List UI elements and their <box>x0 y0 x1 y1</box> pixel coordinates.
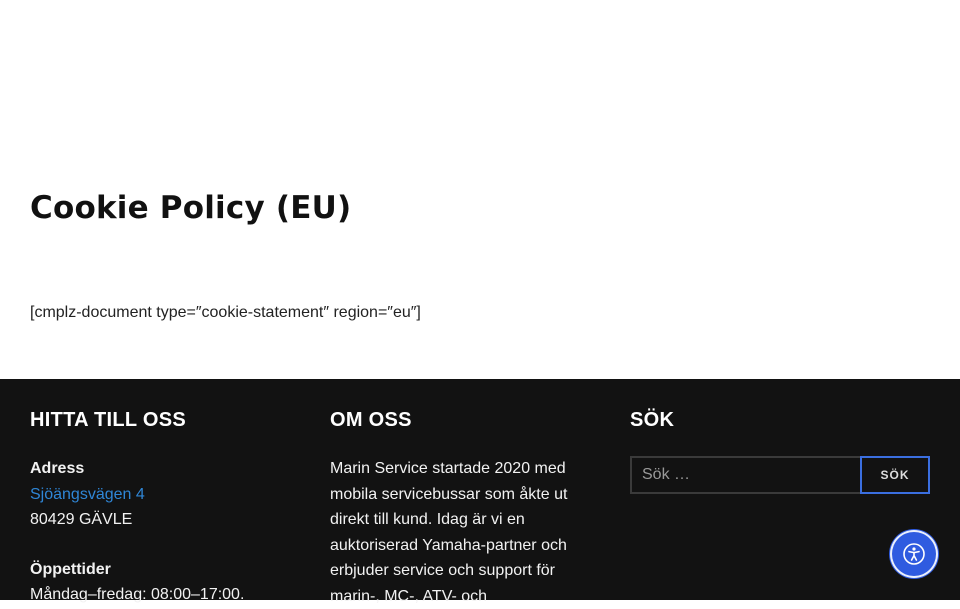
about-text: Marin Service startade 2020 med mobila s… <box>330 460 568 605</box>
address-street-link[interactable]: Sjöängsvägen 4 <box>30 486 145 503</box>
address-label: Adress <box>30 460 85 477</box>
footer-about: OM OSS Marin Service startade 2020 med m… <box>330 409 600 609</box>
search-input[interactable] <box>630 456 860 494</box>
cookie-statement-shortcode: [cmplz-document type=″cookie-statement″ … <box>30 304 421 321</box>
opening-hours-label: Öppettider <box>30 560 111 578</box>
about-heading: OM OSS <box>330 409 412 431</box>
footer-find-us: HITTA TILL OSS Adress Sjöängsvägen 4 804… <box>30 409 300 608</box>
accessibility-button[interactable] <box>892 532 936 576</box>
search-form: SÖK <box>630 456 930 494</box>
search-heading: SÖK <box>630 409 675 431</box>
search-button[interactable]: SÖK <box>860 456 930 494</box>
address-postal: 80429 GÄVLE <box>30 511 133 528</box>
page-title: Cookie Policy (EU) <box>30 190 352 226</box>
find-us-heading: HITTA TILL OSS <box>30 409 187 431</box>
accessibility-person-icon <box>903 543 925 565</box>
opening-hours-text: Måndag–fredag: 08:00–17:00. <box>30 586 245 603</box>
site-footer: HITTA TILL OSS Adress Sjöängsvägen 4 804… <box>0 379 960 605</box>
footer-search: SÖK SÖK <box>630 409 930 494</box>
